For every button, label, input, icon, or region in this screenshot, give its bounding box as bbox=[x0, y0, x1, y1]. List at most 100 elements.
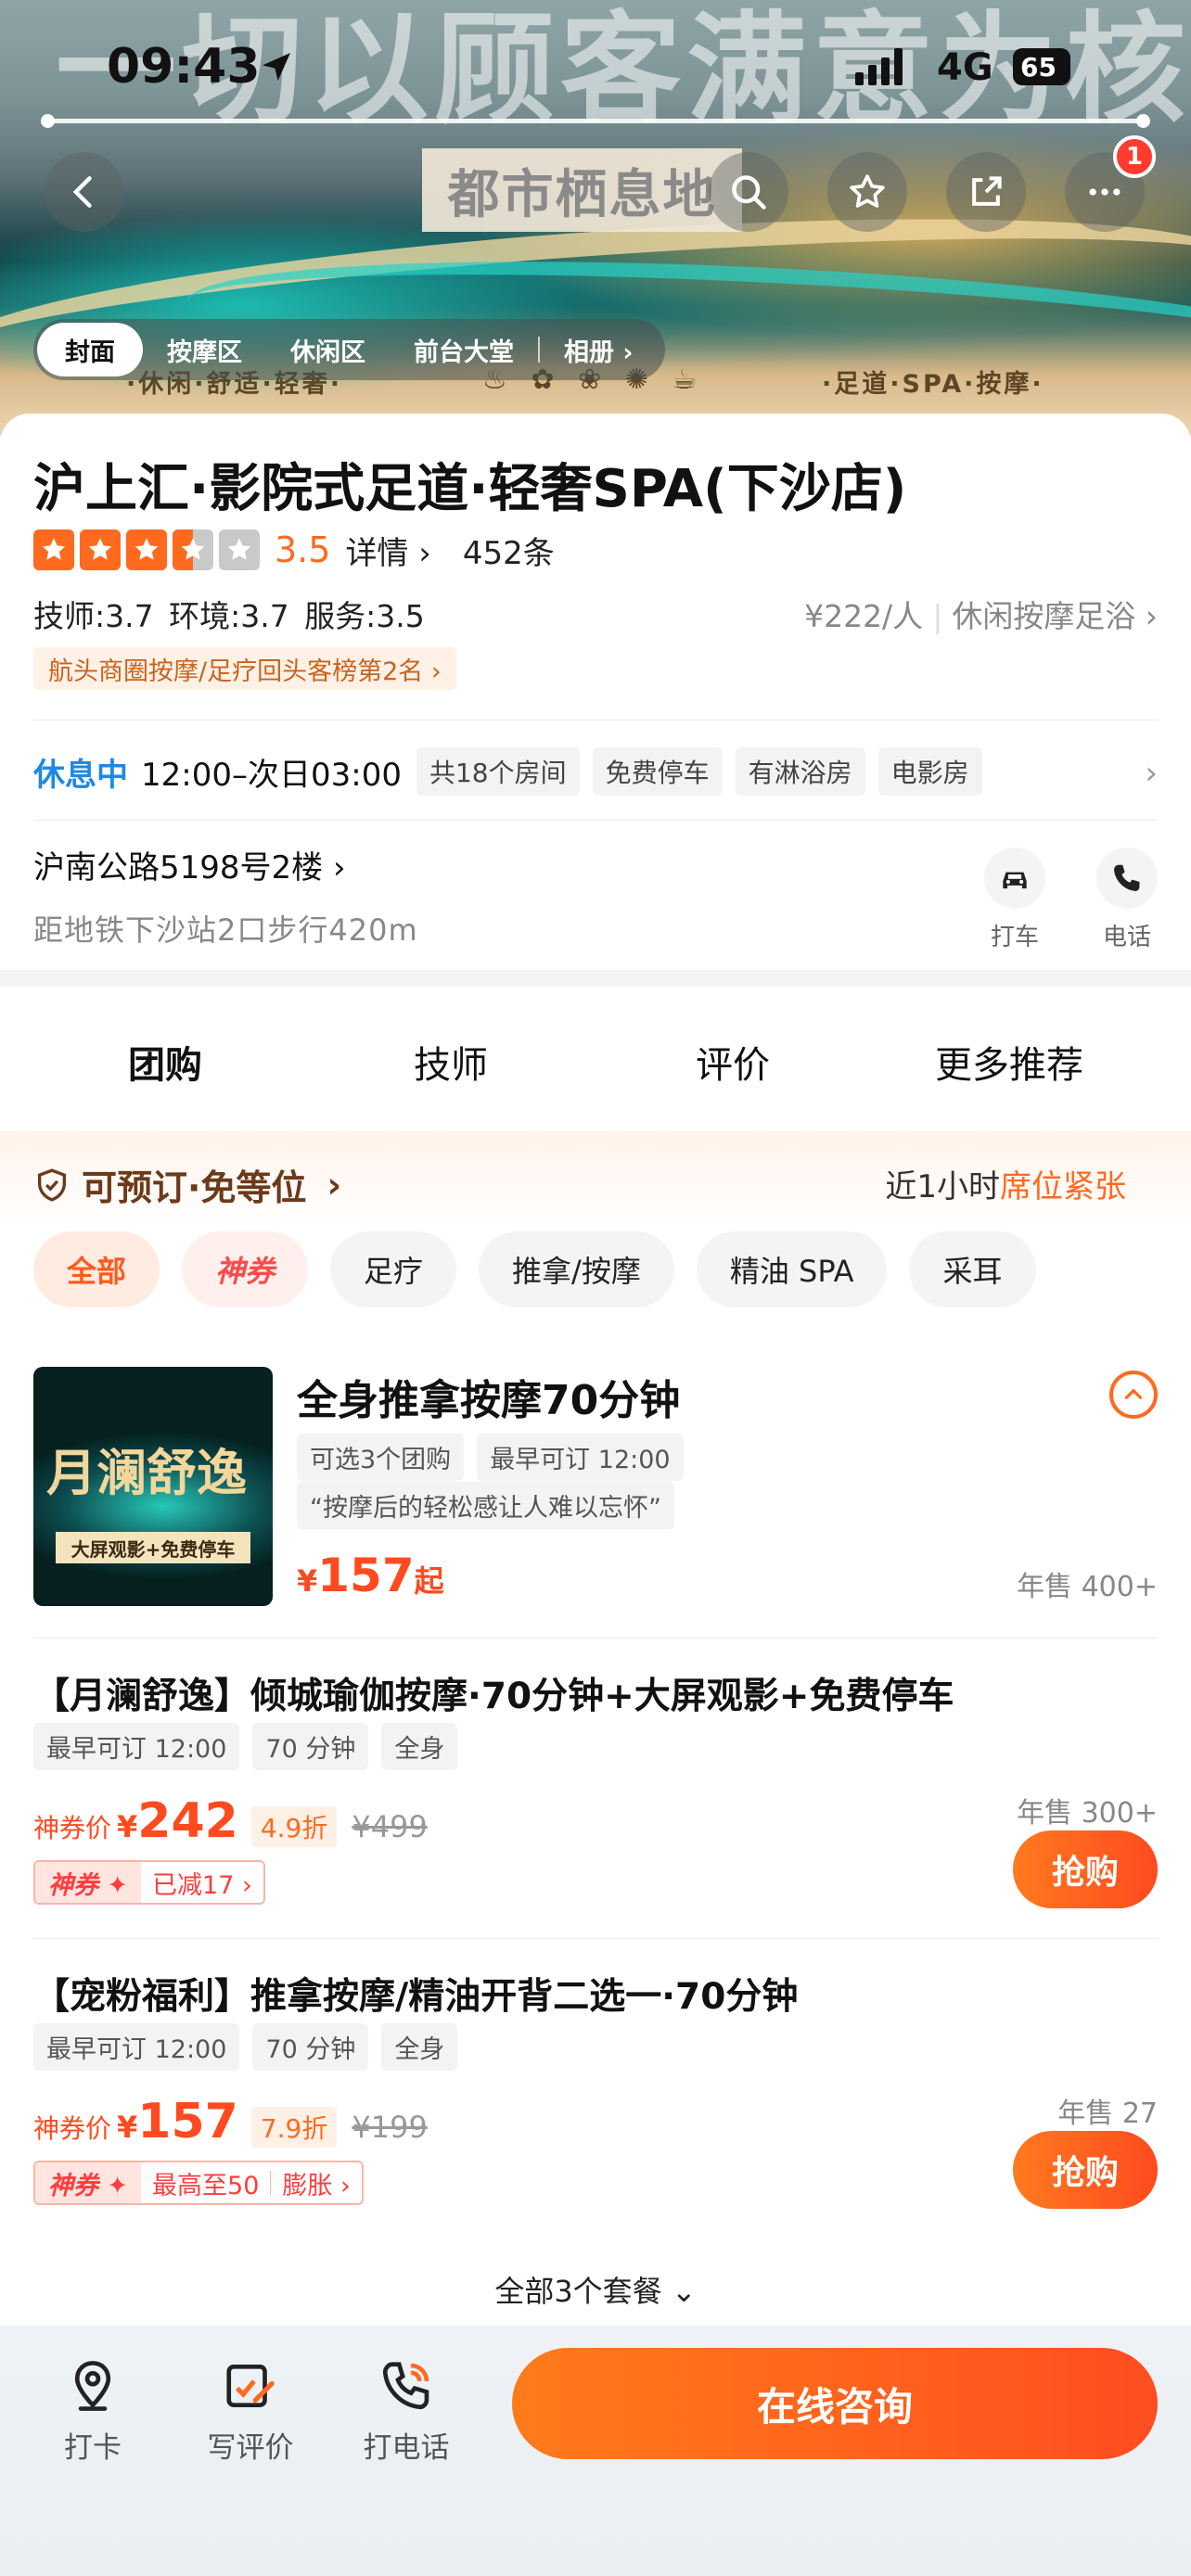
deals-section: 可预订·免等位 › 近1小时席位紧张 全部 神券 足疗 推拿/按摩 精油 SPA… bbox=[0, 1131, 1191, 2327]
checkin-label: 打卡 bbox=[64, 2431, 122, 2465]
deal-item[interactable]: 【宠粉福利】推拿按摩/精油开背二选一·70分钟 最早可订 12:00 70 分钟… bbox=[33, 1968, 1158, 2246]
shop-address[interactable]: 沪南公路5198号2楼 › bbox=[33, 842, 346, 887]
back-button[interactable] bbox=[45, 152, 124, 232]
seat-status-prefix: 近1小时 bbox=[885, 1168, 1000, 1205]
price-label: 神券价 bbox=[33, 1813, 112, 1843]
online-consult-button[interactable]: 在线咨询 bbox=[512, 2348, 1158, 2459]
main-tabs: 团购 技师 评价 更多推荐 bbox=[0, 987, 1191, 1135]
divider bbox=[33, 820, 1158, 821]
details-link[interactable]: 详情 › bbox=[345, 528, 430, 573]
package-price: ¥157起 bbox=[297, 1549, 444, 1602]
discount-badge: 4.9折 bbox=[250, 1806, 338, 1847]
package-tags: 可选3个团购 最早可订 12:00 bbox=[297, 1434, 684, 1481]
phone-icon bbox=[1114, 864, 1140, 891]
checkin-button[interactable]: 打卡 bbox=[28, 2357, 158, 2466]
coupon-text: 最高至50 bbox=[152, 2171, 260, 2200]
deal-sold: 年售 300+ bbox=[1017, 1797, 1158, 1830]
taxi-label: 打车 bbox=[990, 924, 1039, 951]
deal-title: 【宠粉福利】推拿按摩/精油开背二选一·70分钟 bbox=[33, 1976, 799, 2018]
deal-item[interactable]: 【月澜舒逸】倾城瑜伽按摩·70分钟+大屏观影+免费停车 最早可订 12:00 7… bbox=[33, 1667, 1158, 1945]
car-icon bbox=[1003, 872, 1027, 889]
coupon-extra: 膨胀 › bbox=[282, 2171, 351, 2200]
rating-row: 3.5 详情 › 452条 bbox=[33, 528, 555, 573]
shop-category: 休闲按摩足浴 › bbox=[952, 598, 1158, 634]
divider bbox=[33, 1638, 1158, 1639]
thumbnail-subtitle: 大屏观影+免费停车 bbox=[56, 1532, 250, 1563]
taxi-button[interactable]: 打车 bbox=[978, 848, 1052, 952]
status-time: 09:43 bbox=[107, 39, 261, 95]
review-count[interactable]: 452条 bbox=[463, 528, 555, 573]
deal-tag: 最早可订 12:00 bbox=[33, 1723, 240, 1770]
chevron-up-icon bbox=[1124, 1388, 1143, 1399]
sub-scores: 技师:3.7 环境:3.7 服务:3.5 bbox=[33, 598, 425, 634]
status-bar: 09:43 4G 65 bbox=[0, 0, 1191, 130]
tab-group-buy[interactable]: 团购 bbox=[128, 1035, 202, 1090]
phone-button[interactable]: 电话 bbox=[1090, 848, 1164, 952]
chevron-right-icon: › bbox=[1145, 755, 1158, 792]
package-tag: 最早可订 12:00 bbox=[477, 1434, 684, 1481]
feature-tag: 电影房 bbox=[877, 747, 982, 796]
buy-button[interactable]: 抢购 bbox=[1013, 1830, 1158, 1908]
coupon-tag[interactable]: 神券 ✦ 已减17 › bbox=[33, 1860, 265, 1905]
rating-score: 3.5 bbox=[275, 529, 331, 570]
feature-tag: 有淋浴房 bbox=[735, 747, 865, 796]
search-icon bbox=[732, 175, 766, 210]
filter-massage[interactable]: 推拿/按摩 bbox=[479, 1231, 674, 1307]
package-tag: 可选3个团购 bbox=[297, 1434, 465, 1481]
deal-tags: 最早可订 12:00 70 分钟 全身 bbox=[33, 1723, 458, 1770]
package-thumbnail: 月澜舒逸 大屏观影+免费停车 bbox=[33, 1367, 273, 1606]
network-type: 4G bbox=[937, 46, 993, 89]
tab-technicians[interactable]: 技师 bbox=[414, 1035, 488, 1089]
tab-reviews[interactable]: 评价 bbox=[696, 1035, 770, 1089]
package-group[interactable]: 月澜舒逸 大屏观影+免费停车 全身推拿按摩70分钟 可选3个团购 最早可订 12… bbox=[33, 1367, 1158, 1608]
search-button[interactable] bbox=[709, 152, 788, 232]
star-icon bbox=[33, 529, 74, 570]
buy-button[interactable]: 抢购 bbox=[1013, 2131, 1158, 2209]
edit-review-icon bbox=[226, 2365, 275, 2407]
price-suffix: 起 bbox=[414, 1563, 444, 1599]
deal-sold: 年售 27 bbox=[1057, 2098, 1158, 2130]
location-arrow-icon bbox=[263, 53, 290, 81]
call-button[interactable]: 打电话 bbox=[341, 2357, 471, 2466]
currency-symbol: ¥ bbox=[297, 1563, 318, 1599]
gallery-tab-massage[interactable]: 按摩区 bbox=[143, 323, 266, 376]
booking-banner[interactable]: 可预订·免等位 › 近1小时席位紧张 bbox=[0, 1131, 1191, 1224]
business-hours: 12:00–次日03:00 bbox=[141, 756, 402, 794]
favorite-button[interactable] bbox=[827, 152, 907, 232]
deal-filters: 全部 神券 足疗 推拿/按摩 精油 SPA 采耳 bbox=[33, 1231, 1036, 1307]
price-category[interactable]: ¥222/人 | 休闲按摩足浴 › bbox=[804, 592, 1158, 636]
gallery-tab-lobby[interactable]: 前台大堂 bbox=[390, 323, 538, 376]
collapse-button[interactable] bbox=[1109, 1371, 1158, 1419]
gallery-tab-leisure[interactable]: 休闲区 bbox=[266, 323, 390, 376]
star-icon bbox=[219, 529, 260, 570]
write-review-button[interactable]: 写评价 bbox=[186, 2357, 315, 2466]
phone-icon-circle bbox=[1096, 848, 1158, 909]
filter-ear[interactable]: 采耳 bbox=[909, 1231, 1036, 1307]
gallery-progress-bar bbox=[41, 114, 1150, 128]
call-label: 打电话 bbox=[363, 2431, 450, 2465]
hero-gallery[interactable]: 一切以顾客满意为核心 都市栖息地 ·休闲·舒适·轻奢· ♨ ✿ ❀ ✺ ☕ ·足… bbox=[0, 0, 1191, 436]
price-value: 157 bbox=[137, 2094, 238, 2149]
all-packages-link[interactable]: 全部3个套餐 ⌄ bbox=[0, 2268, 1191, 2311]
chevron-right-icon: › bbox=[327, 1164, 342, 1205]
shop-sign: 都市栖息地 bbox=[422, 148, 742, 232]
seat-status-highlight: 席位紧张 bbox=[1000, 1168, 1126, 1205]
tab-more-recommend[interactable]: 更多推荐 bbox=[935, 1035, 1083, 1089]
gallery-tab-album[interactable]: 相册 › bbox=[540, 323, 658, 376]
hours-row[interactable]: 休息中 12:00–次日03:00 共18个房间 免费停车 有淋浴房 电影房 › bbox=[33, 744, 1158, 799]
coupon-tag[interactable]: 神券 ✦ 最高至50 膨胀 › bbox=[33, 2161, 364, 2205]
share-icon bbox=[972, 176, 1002, 206]
deal-tag: 70 分钟 bbox=[252, 1723, 369, 1770]
deal-tag: 全身 bbox=[381, 1723, 458, 1770]
filter-all[interactable]: 全部 bbox=[33, 1231, 160, 1307]
booking-text: 可预订·免等位 bbox=[82, 1167, 307, 1208]
gallery-tab-cover[interactable]: 封面 bbox=[37, 323, 143, 376]
filter-coupon[interactable]: 神券 bbox=[182, 1231, 309, 1307]
rank-tag[interactable]: 航头商圈按摩/足疗回头客榜第2名 › bbox=[33, 647, 456, 690]
deal-price: 神券价 ¥ 157 7.9折 ¥199 bbox=[33, 2094, 428, 2149]
price-value: 157 bbox=[317, 1549, 415, 1602]
filter-spa[interactable]: 精油 SPA bbox=[696, 1231, 888, 1307]
filter-foot[interactable]: 足疗 bbox=[330, 1231, 457, 1307]
original-price: ¥199 bbox=[352, 2110, 428, 2145]
share-button[interactable] bbox=[946, 152, 1026, 232]
